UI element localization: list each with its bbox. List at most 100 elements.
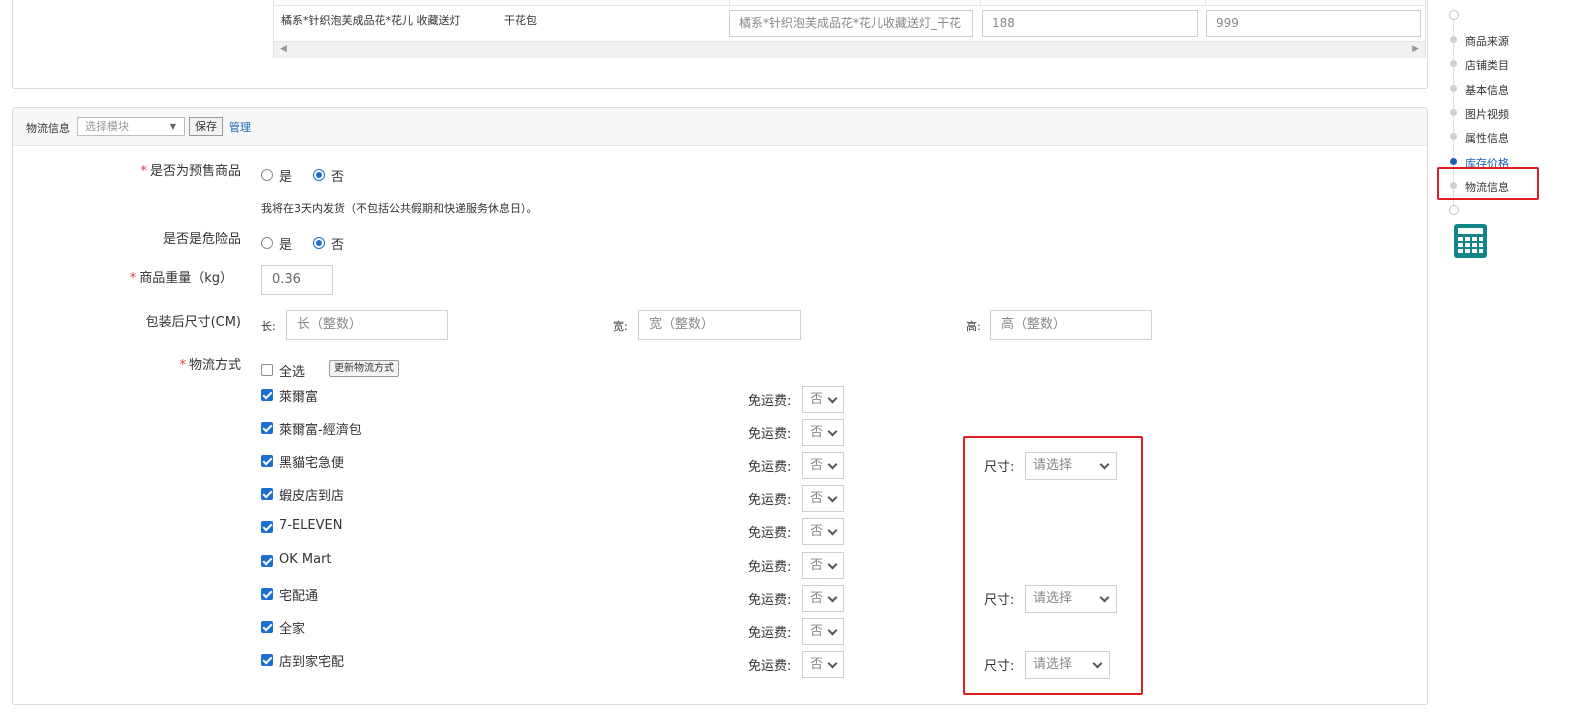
logistics-method-checkbox[interactable] bbox=[261, 455, 273, 468]
select-all-checkbox[interactable] bbox=[261, 364, 273, 376]
side-nav-item[interactable]: 属性信息 bbox=[1465, 130, 1509, 146]
free-shipping-select[interactable]: 否 bbox=[802, 617, 844, 645]
free-shipping-label: 免运费: bbox=[748, 658, 792, 674]
free-shipping-value: 否 bbox=[810, 623, 824, 639]
template-select[interactable]: 选择模块 ▼ bbox=[77, 117, 185, 136]
free-shipping-value: 否 bbox=[810, 557, 824, 573]
logistics-method-checkbox[interactable] bbox=[261, 653, 273, 666]
height-label: 高: bbox=[966, 320, 981, 333]
chevron-down-icon bbox=[827, 625, 838, 636]
free-shipping-value: 否 bbox=[810, 524, 824, 540]
variant-stock-input[interactable]: 999 bbox=[1206, 10, 1421, 37]
side-nav-item[interactable]: 店铺类目 bbox=[1465, 57, 1509, 73]
chevron-down-icon bbox=[827, 525, 838, 536]
logistics-method-checkbox[interactable] bbox=[261, 521, 273, 534]
presale-label: * 是否为预售商品 bbox=[140, 160, 241, 179]
dangerous-yes-label: 是 bbox=[279, 238, 293, 253]
logistics-methods-label: * 物流方式 bbox=[179, 354, 241, 373]
free-shipping-select[interactable]: 否 bbox=[802, 518, 844, 546]
side-nav-item[interactable]: 商品来源 bbox=[1465, 33, 1509, 49]
nav-dot bbox=[1450, 36, 1457, 43]
required-marker: * bbox=[129, 271, 137, 286]
logistics-method-name: 萊爾富 bbox=[279, 390, 319, 405]
calculator-icon[interactable] bbox=[1454, 224, 1487, 261]
table-row: 橘系*针织泡芙成品花*花儿 收藏送灯 干花包 橘系*针织泡芙成品花*花儿收藏送灯… bbox=[274, 0, 1425, 41]
caret-down-icon: ▼ bbox=[169, 122, 176, 131]
nav-dot bbox=[1450, 108, 1457, 116]
manage-link[interactable]: 管理 bbox=[229, 119, 251, 135]
logistics-method-checkbox[interactable] bbox=[261, 554, 273, 567]
logistics-method-checkbox[interactable] bbox=[261, 389, 273, 401]
logistics-method-name: OK Mart bbox=[279, 551, 332, 567]
nav-dot bbox=[1450, 60, 1457, 68]
logistics-method-checkbox[interactable] bbox=[261, 587, 273, 600]
dangerous-label: 是否是危险品 bbox=[162, 232, 241, 247]
free-shipping-select[interactable]: 否 bbox=[802, 650, 844, 678]
free-shipping-value: 否 bbox=[810, 458, 824, 474]
free-shipping-select[interactable]: 否 bbox=[802, 386, 844, 413]
scroll-right-icon[interactable]: ▶ bbox=[1412, 44, 1419, 54]
chevron-down-icon bbox=[827, 559, 838, 569]
free-shipping-label: 免运费: bbox=[748, 394, 792, 409]
dangerous-yes-radio[interactable] bbox=[261, 237, 273, 249]
free-shipping-value: 否 bbox=[810, 425, 824, 441]
column-divider bbox=[1205, 0, 1206, 6]
variant-name: 橘系*针织泡芙成品花*花儿 收藏送灯 bbox=[281, 14, 461, 27]
weight-input[interactable]: 0.36 bbox=[261, 265, 333, 295]
presale-no-label: 否 bbox=[331, 170, 345, 185]
chevron-down-icon bbox=[827, 592, 838, 603]
length-input[interactable]: 长（整数） bbox=[286, 310, 448, 340]
variant-title-input[interactable]: 橘系*针织泡芙成品花*花儿收藏送灯_干花 bbox=[729, 10, 973, 37]
nav-bottom-ring bbox=[1449, 205, 1459, 215]
logistics-method-name: 店到家宅配 bbox=[279, 654, 345, 670]
presale-yes-label: 是 bbox=[279, 170, 293, 185]
nav-dot bbox=[1450, 133, 1457, 141]
free-shipping-select[interactable]: 否 bbox=[802, 584, 844, 612]
chevron-down-icon bbox=[827, 393, 838, 404]
required-marker: * bbox=[179, 358, 186, 373]
presale-yes-radio[interactable] bbox=[261, 169, 273, 181]
logistics-header: 物流信息 选择模块 ▼ 保存 管理 bbox=[13, 108, 1427, 146]
logistics-panel: 物流信息 选择模块 ▼ 保存 管理 bbox=[12, 107, 1428, 705]
update-logistics-button[interactable]: 更新物流方式 bbox=[329, 360, 399, 377]
variant-table: 橘系*针织泡芙成品花*花儿 收藏送灯 干花包 橘系*针织泡芙成品花*花儿收藏送灯… bbox=[273, 0, 1426, 58]
free-shipping-label: 免运费: bbox=[748, 592, 792, 608]
presale-no-radio[interactable] bbox=[313, 169, 325, 181]
logistics-title: 物流信息 bbox=[26, 122, 70, 135]
free-shipping-value: 否 bbox=[810, 392, 824, 407]
side-nav-item[interactable]: 图片视频 bbox=[1465, 106, 1509, 122]
side-nav-item[interactable]: 基本信息 bbox=[1465, 82, 1509, 98]
chevron-down-icon bbox=[827, 459, 838, 470]
logistics-method-checkbox[interactable] bbox=[261, 620, 273, 633]
length-label: 长: bbox=[261, 320, 276, 333]
weight-label: * 商品重量（kg） bbox=[130, 267, 233, 286]
scroll-left-icon[interactable]: ◀ bbox=[280, 44, 287, 54]
free-shipping-select[interactable]: 否 bbox=[802, 485, 844, 513]
logistics-method-name: 黑貓宅急便 bbox=[279, 456, 345, 472]
nav-top-ring bbox=[1449, 10, 1459, 20]
variant-panel: 橘系*针织泡芙成品花*花儿 收藏送灯 干花包 橘系*针织泡芙成品花*花儿收藏送灯… bbox=[12, 0, 1428, 89]
presale-hint: 我将在3天内发货（不包括公共假期和快递服务休息日）。 bbox=[261, 202, 538, 215]
free-shipping-value: 否 bbox=[810, 656, 824, 672]
free-shipping-select[interactable]: 否 bbox=[802, 452, 844, 480]
free-shipping-value: 否 bbox=[810, 491, 824, 507]
variant-price-input[interactable]: 188 bbox=[982, 10, 1198, 37]
width-label: 宽: bbox=[613, 320, 628, 333]
width-input[interactable]: 宽（整数） bbox=[638, 310, 801, 340]
free-shipping-label: 免运费: bbox=[748, 427, 792, 443]
free-shipping-value: 否 bbox=[810, 590, 824, 606]
save-template-button[interactable]: 保存 bbox=[189, 117, 223, 136]
free-shipping-select[interactable]: 否 bbox=[802, 419, 844, 447]
height-input[interactable]: 高（整数） bbox=[990, 310, 1152, 340]
logistics-method-checkbox[interactable] bbox=[261, 422, 273, 435]
logistics-method-name: 7-ELEVEN bbox=[279, 518, 343, 534]
free-shipping-label: 免运费: bbox=[748, 559, 792, 575]
dimensions-label: 包装后尺寸(CM) bbox=[145, 315, 241, 330]
column-divider bbox=[980, 0, 981, 6]
logistics-method-checkbox[interactable] bbox=[261, 488, 273, 501]
logistics-method-name: 蝦皮店到店 bbox=[279, 489, 345, 505]
free-shipping-label: 免运费: bbox=[748, 625, 792, 641]
dangerous-no-radio[interactable] bbox=[313, 237, 325, 249]
horizontal-scrollbar[interactable]: ◀ ▶ bbox=[274, 41, 1425, 58]
free-shipping-select[interactable]: 否 bbox=[802, 551, 844, 579]
